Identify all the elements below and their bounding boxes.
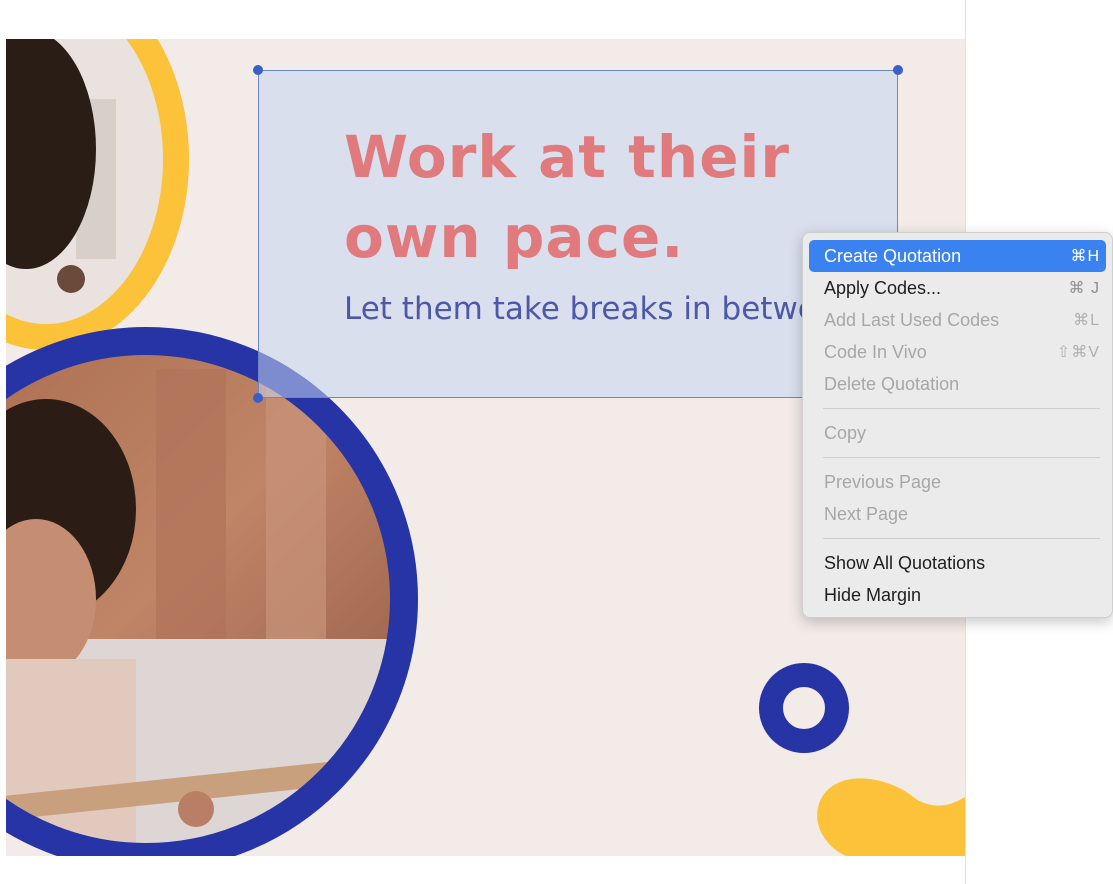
- menu-item-label: Create Quotation: [824, 245, 962, 266]
- menu-item-label: Hide Margin: [824, 584, 922, 605]
- menu-item-label: Next Page: [824, 503, 909, 524]
- menu-item-delete-quotation[interactable]: Delete Quotation: [809, 368, 1106, 400]
- selection-handle-top-right[interactable]: [893, 65, 903, 75]
- menu-item-label: Delete Quotation: [824, 373, 960, 394]
- blue-donut: [759, 663, 849, 753]
- menu-item-add-last-used-codes[interactable]: Add Last Used Codes ⌘L: [809, 304, 1106, 336]
- menu-item-show-all-quotations[interactable]: Show All Quotations: [809, 547, 1106, 579]
- menu-item-shortcut: ⌘H: [1070, 248, 1100, 265]
- page-subline: Let them take breaks in between.: [344, 291, 806, 327]
- menu-item-label: Copy: [824, 422, 867, 443]
- menu-item-label: Show All Quotations: [824, 552, 986, 573]
- menu-item-label: Previous Page: [824, 471, 942, 492]
- menu-item-copy[interactable]: Copy: [809, 417, 1106, 449]
- menu-item-shortcut: ⌘L: [1073, 312, 1100, 329]
- selection-handle-top-left[interactable]: [253, 65, 263, 75]
- page-headline: Work at their own pace.: [344, 117, 864, 277]
- menu-item-hide-margin[interactable]: Hide Margin: [809, 579, 1106, 611]
- menu-item-label: Apply Codes...: [824, 277, 942, 298]
- selection-handle-bottom-left[interactable]: [253, 393, 263, 403]
- menu-item-label: Add Last Used Codes: [824, 309, 1000, 330]
- menu-separator: [823, 538, 1100, 539]
- yellow-blob: [817, 778, 965, 856]
- menu-item-shortcut: ⌘ J: [1068, 280, 1100, 297]
- menu-item-apply-codes[interactable]: Apply Codes... ⌘ J: [809, 272, 1106, 304]
- menu-item-shortcut: ⇧⌘V: [1056, 344, 1100, 361]
- menu-separator: [823, 408, 1100, 409]
- menu-item-next-page[interactable]: Next Page: [809, 498, 1106, 530]
- menu-item-create-quotation[interactable]: Create Quotation ⌘H: [809, 240, 1106, 272]
- menu-separator: [823, 457, 1100, 458]
- menu-item-code-in-vivo[interactable]: Code In Vivo ⇧⌘V: [809, 336, 1106, 368]
- headline-line-1: Work at their: [344, 123, 791, 191]
- context-menu: Create Quotation ⌘H Apply Codes... ⌘ J A…: [802, 232, 1113, 618]
- headline-line-2: own pace.: [344, 203, 685, 271]
- menu-item-label: Code In Vivo: [824, 341, 927, 362]
- menu-item-previous-page[interactable]: Previous Page: [809, 466, 1106, 498]
